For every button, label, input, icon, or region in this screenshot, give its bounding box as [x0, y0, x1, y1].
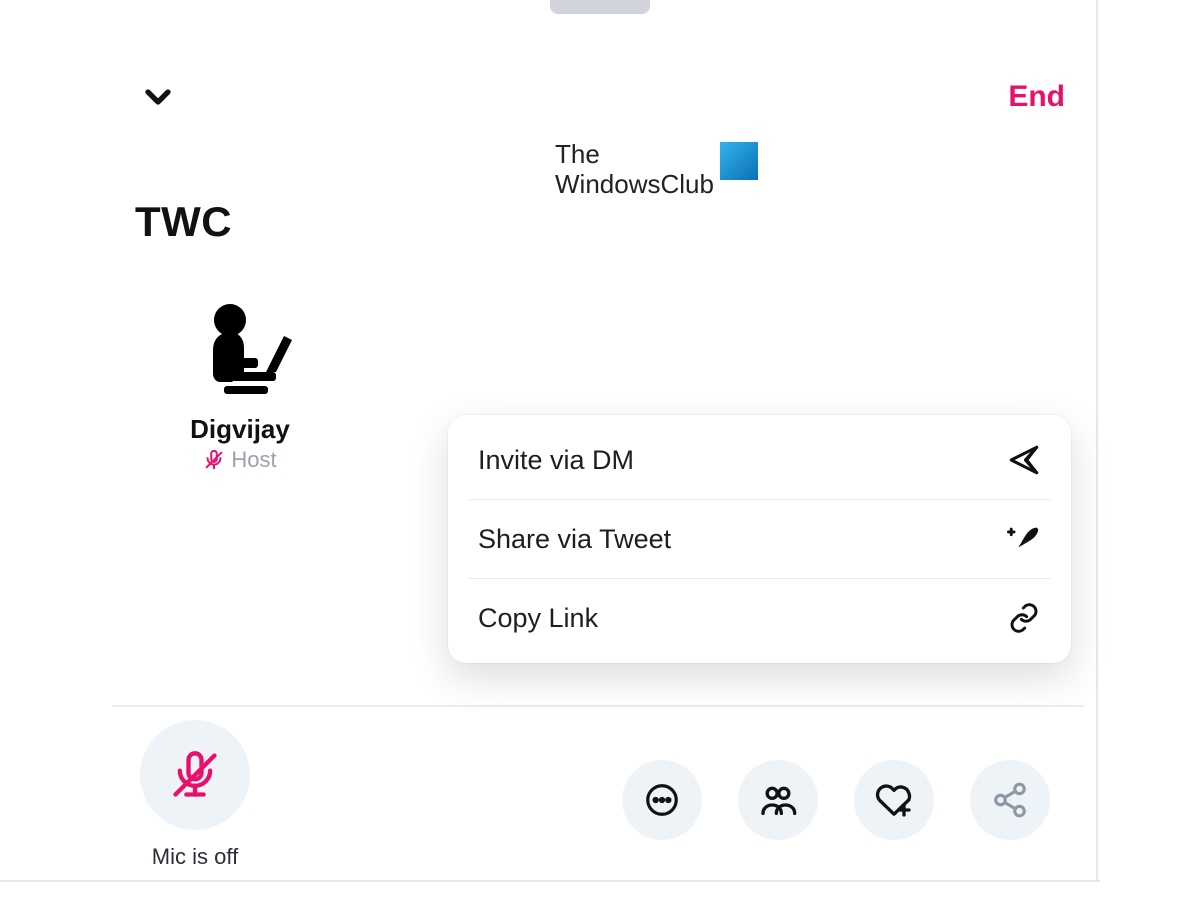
- link-icon: [1007, 601, 1041, 635]
- mic-cluster: Mic is off: [140, 720, 250, 870]
- participant-role-row: Host: [203, 447, 276, 473]
- mic-status-label: Mic is off: [152, 844, 238, 870]
- mic-off-icon: [169, 749, 221, 801]
- send-icon: [1007, 443, 1041, 477]
- watermark-line2: WindowsClub: [555, 169, 714, 199]
- bottom-toolbar: Mic is off: [140, 730, 1060, 860]
- watermark-line1: The: [555, 139, 600, 169]
- share-menu-invite-dm[interactable]: Invite via DM: [468, 421, 1051, 499]
- panel-right-border: [1096, 0, 1098, 880]
- mic-muted-icon: [203, 449, 225, 471]
- menu-item-label: Invite via DM: [478, 445, 634, 476]
- participant-card[interactable]: Digvijay Host: [150, 300, 330, 473]
- compose-tweet-icon: [1007, 522, 1041, 556]
- share-menu: Invite via DM Share via Tweet Copy Link: [448, 415, 1071, 663]
- watermark-text: The WindowsClub: [555, 140, 714, 200]
- people-button[interactable]: [738, 760, 818, 840]
- react-button[interactable]: [854, 760, 934, 840]
- watermark: The WindowsClub: [555, 140, 758, 200]
- space-title: TWC: [135, 198, 232, 246]
- end-button[interactable]: End: [1008, 80, 1065, 114]
- top-bar: End: [135, 74, 1065, 120]
- more-options-button[interactable]: [622, 760, 702, 840]
- chevron-down-icon: [138, 77, 178, 117]
- windowsclub-logo-icon: [720, 142, 758, 180]
- people-icon: [758, 780, 798, 820]
- ellipsis-icon: [643, 781, 681, 819]
- mic-toggle-button[interactable]: [140, 720, 250, 830]
- share-menu-copy-link[interactable]: Copy Link: [468, 578, 1051, 657]
- participant-name: Digvijay: [190, 414, 290, 445]
- person-laptop-icon: [180, 300, 300, 410]
- menu-item-label: Share via Tweet: [478, 524, 671, 555]
- share-menu-share-tweet[interactable]: Share via Tweet: [468, 499, 1051, 578]
- action-icons: [622, 760, 1060, 840]
- minimize-button[interactable]: [135, 74, 181, 120]
- menu-item-label: Copy Link: [478, 603, 598, 634]
- heart-plus-icon: [874, 780, 914, 820]
- share-icon: [991, 781, 1029, 819]
- sheet-grabber[interactable]: [550, 0, 650, 14]
- participant-role: Host: [231, 447, 276, 473]
- panel-bottom-border: [0, 880, 1100, 882]
- avatar: [180, 300, 300, 410]
- share-button[interactable]: [970, 760, 1050, 840]
- divider: [112, 705, 1084, 707]
